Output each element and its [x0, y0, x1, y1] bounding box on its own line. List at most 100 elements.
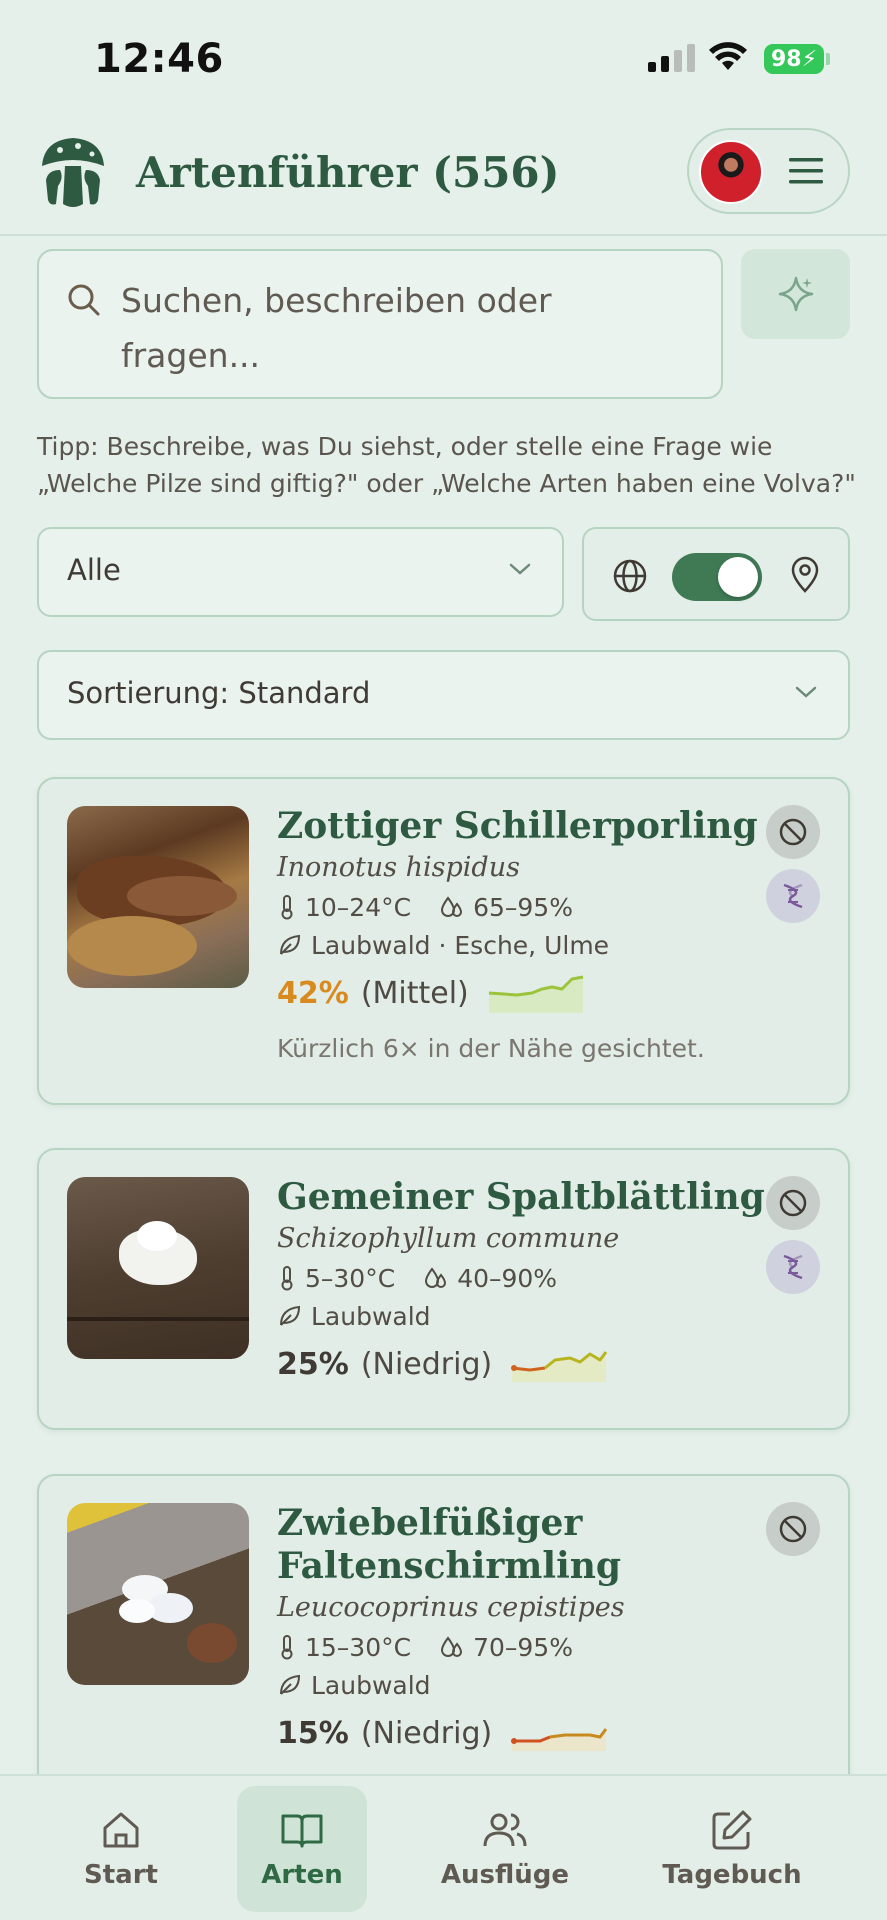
profile-menu-button[interactable]: [687, 128, 850, 214]
nav-tagebuch[interactable]: Tagebuch: [652, 1786, 812, 1912]
species-latin-name: Leucocoprinus cepistipes: [277, 1592, 625, 1623]
probability-percent: 42%: [277, 975, 349, 1011]
category-selected-value: Alle: [67, 553, 121, 587]
thermometer-icon: [281, 1266, 293, 1291]
leaf-icon: [280, 1305, 301, 1326]
thermometer-icon: [281, 895, 293, 920]
habitat-row: Laubwald · Esche, Ulme: [277, 926, 758, 964]
search-placeholder: Suchen, beschreiben oder fragen...: [121, 281, 552, 375]
dna-button[interactable]: [766, 869, 820, 923]
temperature-range: 10–24°C: [305, 892, 412, 922]
species-name: Gemeiner Spaltblättling: [277, 1176, 765, 1218]
sort-selected-value: Sortierung: Standard: [67, 676, 371, 710]
species-card[interactable]: Zottiger Schillerporling Inonotus hispid…: [37, 777, 850, 1105]
exclude-button[interactable]: [766, 1176, 820, 1230]
humidity-range: 40–90%: [457, 1263, 558, 1293]
leaf-icon: [280, 934, 301, 955]
temperature-range: 15–30°C: [305, 1632, 412, 1662]
species-thumbnail[interactable]: [67, 1503, 249, 1685]
battery-level: 98: [770, 46, 802, 72]
probability-row: 25% (Niedrig): [277, 1339, 765, 1389]
probability-percent: 25%: [277, 1346, 349, 1382]
category-select[interactable]: Alle: [37, 527, 564, 617]
globe-icon[interactable]: [612, 558, 648, 594]
book-icon: [281, 1814, 323, 1848]
species-thumbnail[interactable]: [67, 1177, 249, 1359]
habitat-text: Laubwald: [311, 1670, 431, 1700]
humidity-range: 65–95%: [473, 892, 573, 922]
climate-row: 5–30°C 40–90%: [277, 1259, 765, 1297]
temperature-range: 5–30°C: [305, 1263, 396, 1293]
page-title: Artenführer (556): [136, 148, 560, 197]
status-time: 12:46: [94, 36, 224, 82]
climate-row: 10–24°C 65–95%: [277, 888, 758, 926]
ai-search-button[interactable]: [741, 249, 850, 339]
leaf-icon: [280, 1674, 301, 1695]
search-icon: [68, 284, 100, 316]
nav-label: Tagebuch: [662, 1860, 802, 1890]
probability-label: (Mittel): [360, 975, 469, 1011]
habitat-text: Laubwald · Esche, Ulme: [311, 930, 610, 960]
battery-cap: [826, 53, 830, 65]
habitat-text: Laubwald: [311, 1301, 431, 1331]
nav-arten[interactable]: Arten: [237, 1786, 367, 1912]
avatar[interactable]: [699, 140, 763, 204]
nav-ausfluege[interactable]: Ausflüge: [430, 1786, 580, 1912]
bottom-nav: Start Arten Ausflüge Tagebuch: [0, 1774, 887, 1920]
humidity-icon: [425, 1267, 447, 1288]
dna-icon: [783, 1254, 803, 1280]
status-bar: 12:46 98 ⚡: [0, 0, 887, 118]
location-pin-icon[interactable]: [790, 556, 820, 594]
sparkle-icon: [778, 276, 813, 312]
humidity-icon: [441, 1636, 463, 1657]
probability-label: (Niedrig): [360, 1346, 493, 1382]
species-card[interactable]: Zwiebelfüßiger Faltenschirmling Leucocop…: [37, 1474, 850, 1794]
humidity-range: 70–95%: [473, 1632, 573, 1662]
edit-icon: [712, 1810, 752, 1850]
probability-row: 15% (Niedrig): [277, 1708, 625, 1758]
battery-icon: 98 ⚡: [764, 44, 824, 74]
nav-start[interactable]: Start: [56, 1786, 186, 1912]
species-name-line1: Zwiebelfüßiger: [277, 1502, 583, 1544]
species-card[interactable]: Gemeiner Spaltblättling Schizophyllum co…: [37, 1148, 850, 1430]
probability-row: 42% (Mittel): [277, 968, 758, 1018]
sighting-note: Kürzlich 6× in der Nähe gesichtet.: [277, 1034, 705, 1063]
app-header: Artenführer (556): [0, 118, 887, 236]
species-name-line2: Faltenschirmling: [277, 1545, 622, 1587]
block-icon: [779, 818, 807, 846]
mushroom-logo-icon: [42, 138, 104, 207]
block-icon: [779, 1515, 807, 1543]
habitat-row: Laubwald: [277, 1297, 765, 1335]
exclude-button[interactable]: [766, 1502, 820, 1556]
wifi-icon: [709, 42, 747, 70]
toggle-knob: [718, 557, 758, 597]
chevron-down-icon: [795, 686, 817, 698]
probability-sparkline: [511, 1351, 608, 1382]
species-thumbnail[interactable]: [67, 806, 249, 988]
dna-button[interactable]: [766, 1240, 820, 1294]
sort-select[interactable]: Sortierung: Standard: [37, 650, 850, 740]
exclude-button[interactable]: [766, 805, 820, 859]
location-toggle[interactable]: [672, 553, 762, 601]
users-icon: [483, 1813, 527, 1847]
chevron-down-icon: [509, 563, 531, 575]
nav-label: Start: [84, 1860, 158, 1890]
dna-icon: [783, 883, 803, 909]
humidity-icon: [441, 896, 463, 917]
hamburger-menu-icon[interactable]: [789, 156, 823, 186]
probability-label: (Niedrig): [360, 1715, 493, 1751]
species-latin-name: Inonotus hispidus: [277, 852, 520, 883]
search-input[interactable]: Suchen, beschreiben oder fragen...: [37, 249, 723, 399]
cellular-signal-icon: [648, 44, 695, 72]
thermometer-icon: [281, 1635, 293, 1660]
habitat-row: Laubwald: [277, 1666, 625, 1704]
nav-label: Arten: [261, 1860, 343, 1890]
species-name: Zottiger Schillerporling: [277, 805, 758, 847]
location-filter: [582, 527, 850, 621]
climate-row: 15–30°C 70–95%: [277, 1628, 625, 1666]
block-icon: [779, 1189, 807, 1217]
probability-sparkline: [488, 975, 584, 1013]
home-icon: [103, 1812, 139, 1848]
species-latin-name: Schizophyllum commune: [277, 1223, 620, 1254]
probability-percent: 15%: [277, 1715, 349, 1751]
